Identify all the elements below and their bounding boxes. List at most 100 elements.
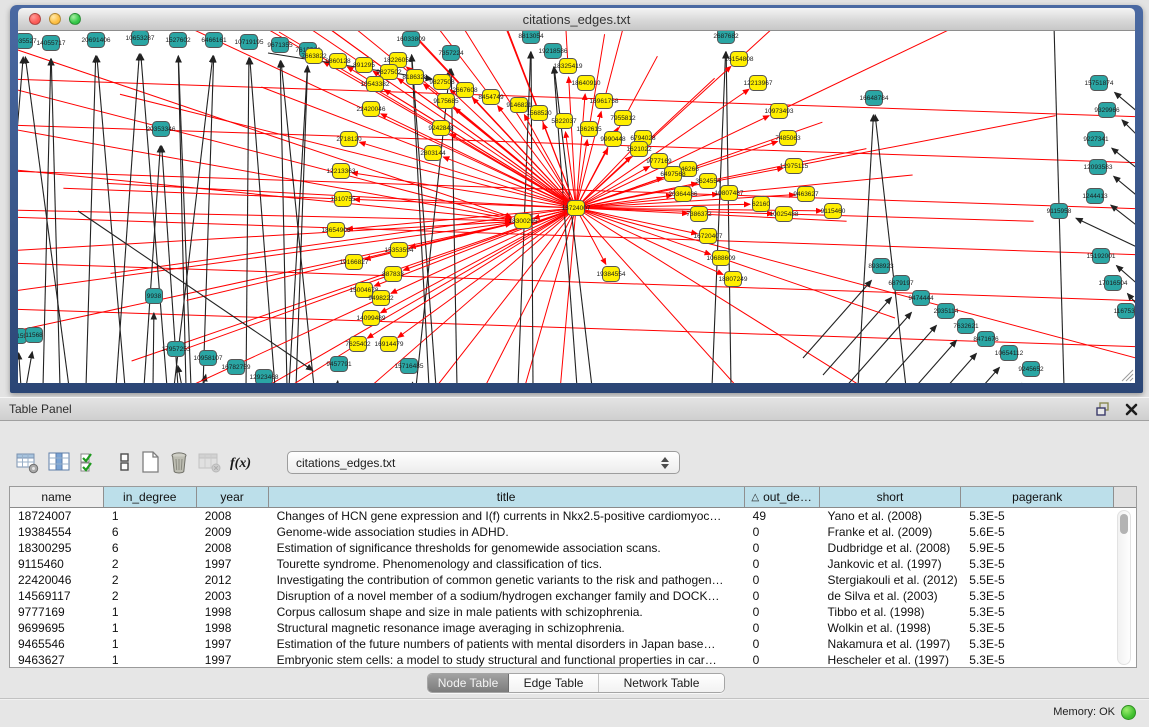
- tab-network-table[interactable]: Network Table: [599, 674, 724, 692]
- table-cell: Hescheler et al. (1997): [820, 652, 962, 667]
- table-cell: 49: [745, 508, 820, 524]
- graph-node-label: 891295: [353, 62, 375, 69]
- graph-node-label: 6794028: [630, 135, 656, 142]
- graph-node-label: 2718120: [336, 136, 362, 143]
- graph-node-label: 18325419: [554, 63, 583, 70]
- table-settings-icon[interactable]: [13, 448, 40, 475]
- table-row[interactable]: 1872400712008Changes of HCN gene express…: [10, 508, 1114, 524]
- delete-table-icon[interactable]: [165, 448, 192, 475]
- graph-node-label: 15751874: [1085, 80, 1114, 87]
- graph-node-label: 10719195: [235, 39, 264, 46]
- graph-node-label: 9245652: [1018, 366, 1044, 373]
- table-cell: 5.3E-5: [961, 604, 1114, 620]
- column-chooser-icon[interactable]: [45, 448, 72, 475]
- table-row[interactable]: 911546021997Tourette syndrome. Phenomeno…: [10, 556, 1114, 572]
- table-selector-dropdown[interactable]: citations_edges.txt: [287, 451, 680, 474]
- table-row[interactable]: 977716911998Corpus callosum shape and si…: [10, 604, 1114, 620]
- network-view-canvas[interactable]: 2035527140557172069140610653287152760264…: [18, 31, 1135, 383]
- graph-node-label: 3624554: [695, 178, 721, 185]
- graph-node-label: 7663822: [301, 53, 327, 60]
- window-resize-grip[interactable]: [1122, 370, 1133, 381]
- graph-node-label: 18300295: [509, 218, 538, 225]
- float-panel-icon[interactable]: [1093, 400, 1113, 418]
- function-builder-icon[interactable]: f(x): [226, 448, 253, 475]
- table-header-row: namein_degreeyeartitle△out_de…shortpager…: [10, 487, 1136, 508]
- table-row[interactable]: 1830029562008Estimation of significance …: [10, 540, 1114, 556]
- graph-node-label: 17957253: [162, 346, 191, 353]
- column-header-name[interactable]: name: [10, 487, 104, 507]
- column-header-in_degree[interactable]: in_degree: [104, 487, 197, 507]
- graph-node-label: 7485063: [775, 135, 801, 142]
- graph-node-label: 16914479: [375, 341, 404, 348]
- graph-node-label: 10653287: [126, 35, 155, 42]
- table-cell: 2: [104, 556, 197, 572]
- column-header-pagerank[interactable]: pagerank: [961, 487, 1114, 507]
- graph-node-label: 20353346: [147, 126, 176, 133]
- graph-node-label: 7357224: [438, 50, 464, 57]
- close-window-button[interactable]: [29, 13, 41, 25]
- graph-node-label: 2935114: [934, 308, 959, 315]
- graph-node-label: 6466161: [201, 37, 227, 44]
- table-cell: 0: [745, 572, 820, 588]
- table-row[interactable]: 1938455462009Genome-wide association stu…: [10, 524, 1114, 540]
- graph-node-label: 6879197: [888, 280, 914, 287]
- column-header-short[interactable]: short: [820, 487, 962, 507]
- tab-edge-table[interactable]: Edge Table: [509, 674, 599, 692]
- table-cell: Structural magnetic resonance image aver…: [269, 620, 745, 636]
- table-cell: Jankovic et al. (1997): [820, 556, 962, 572]
- scrollbar-thumb[interactable]: [1120, 514, 1128, 534]
- graph-node-label: 8186328: [402, 74, 428, 81]
- table-cell: 2008: [197, 508, 269, 524]
- graph-node-label: 12093583: [1084, 164, 1113, 171]
- table-scrollbar[interactable]: [1114, 508, 1136, 667]
- new-table-icon[interactable]: [136, 448, 163, 475]
- delete-column-icon[interactable]: [195, 448, 222, 475]
- table-cell: 1: [104, 508, 197, 524]
- table-cell: Yano et al. (2008): [820, 508, 962, 524]
- scrollbar-track[interactable]: [1117, 510, 1131, 665]
- table-row[interactable]: 946362711997Embryonic stem cells: a mode…: [10, 652, 1114, 667]
- table-cell: Estimation of the future numbers of pati…: [269, 636, 745, 652]
- close-panel-icon[interactable]: [1121, 400, 1141, 418]
- table-cell: 0: [745, 556, 820, 572]
- graph-node-label: 9146821: [506, 102, 532, 109]
- table-cell: 2003: [197, 588, 269, 604]
- table-row[interactable]: 946554611997Estimation of the future num…: [10, 636, 1114, 652]
- table-cell: Franke et al. (2009): [820, 524, 962, 540]
- graph-node-label: 9990448: [600, 136, 626, 143]
- memory-status-indicator-icon[interactable]: [1121, 705, 1136, 720]
- table-panel-title: Table Panel: [0, 402, 1093, 416]
- table-cell: 1998: [197, 604, 269, 620]
- graph-node-label: 16154808: [725, 56, 754, 63]
- table-cell: 5.3E-5: [961, 556, 1114, 572]
- table-cell: 2008: [197, 540, 269, 556]
- graph-node-label: 9777169: [646, 158, 672, 165]
- table-cell: 2: [104, 588, 197, 604]
- column-header-title[interactable]: title: [269, 487, 745, 507]
- graph-node-label: 8471676: [973, 336, 999, 343]
- graph-node-label: 14099489: [357, 315, 386, 322]
- column-header-year[interactable]: year: [197, 487, 269, 507]
- graph-node-label: 7386372: [686, 211, 712, 218]
- graph-node-label: 12923468: [250, 374, 279, 381]
- table-cell: 1997: [197, 652, 269, 667]
- select-rows-icon[interactable]: [76, 448, 103, 475]
- table-row[interactable]: 2242004622012Investigating the contribut…: [10, 572, 1114, 588]
- column-header-out_de[interactable]: △out_de…: [745, 487, 820, 507]
- window-titlebar[interactable]: citations_edges.txt: [18, 8, 1135, 31]
- network-graph[interactable]: 2035527140557172069140610653287152760264…: [18, 31, 1135, 383]
- table-cell: 5.9E-5: [961, 540, 1114, 556]
- table-cell: 1: [104, 636, 197, 652]
- zoom-window-button[interactable]: [69, 13, 81, 25]
- header-scroll-corner: [1114, 487, 1136, 507]
- row-height-icon[interactable]: [110, 448, 137, 475]
- table-row[interactable]: 1456911722003Disruption of a novel membe…: [10, 588, 1114, 604]
- table-row[interactable]: 969969511998Structural magnetic resonanc…: [10, 620, 1114, 636]
- table-cell: Estimation of significance thresholds fo…: [269, 540, 745, 556]
- app-root: { "window": { "title": "citations_edges.…: [0, 0, 1149, 727]
- graph-node-label: 1310755: [330, 196, 356, 203]
- tab-node-table[interactable]: Node Table: [428, 674, 509, 692]
- table-cell: 2012: [197, 572, 269, 588]
- minimize-window-button[interactable]: [49, 13, 61, 25]
- graph-node-label: 9329966: [1094, 107, 1120, 114]
